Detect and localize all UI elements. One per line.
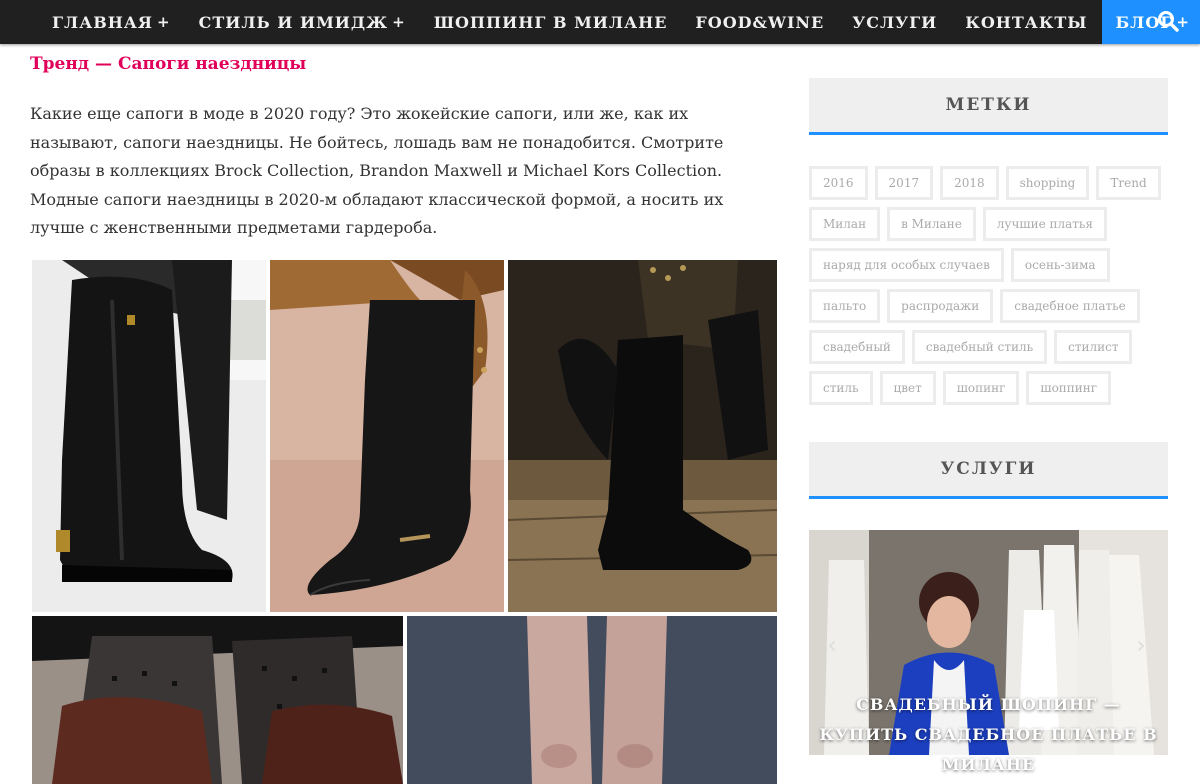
nav-item-label: FOOD&WINE <box>695 12 825 32</box>
boot-photo-5[interactable] <box>407 616 777 784</box>
tag[interactable]: стиль <box>809 371 873 405</box>
nav-menu: ГЛАВНАЯ + СТИЛЬ И ИМИДЖ + ШОППИНГ В МИЛА… <box>38 0 1200 44</box>
tag[interactable]: шопинг <box>942 371 1020 405</box>
boot-photo-4[interactable] <box>32 616 403 784</box>
nav-item-label: ШОППИНГ В МИЛАНЕ <box>433 12 668 32</box>
tag[interactable]: Trend <box>1096 166 1161 200</box>
tag[interactable]: осень-зима <box>1010 248 1110 282</box>
tag[interactable]: свадебный стиль <box>911 330 1048 364</box>
tag[interactable]: свадебный <box>809 330 905 364</box>
nav-item-blog[interactable]: БЛОГ + <box>1101 0 1200 44</box>
nav-item-shopping[interactable]: ШОППИНГ В МИЛАНЕ <box>420 0 682 44</box>
top-navigation: ГЛАВНАЯ + СТИЛЬ И ИМИДЖ + ШОППИНГ В МИЛА… <box>0 0 1200 44</box>
nav-item-label: УСЛУГИ <box>852 12 938 32</box>
nav-item-label: ГЛАВНАЯ <box>52 12 154 32</box>
tag[interactable]: лучшие платья <box>982 207 1108 241</box>
plus-icon: + <box>157 13 171 31</box>
tag[interactable]: Милан <box>809 207 881 241</box>
tag[interactable]: свадебное платье <box>1000 289 1140 323</box>
tag-cloud: 2016 2017 2018 shopping Trend Милан в Ми… <box>809 166 1169 405</box>
tag[interactable]: цвет <box>879 371 936 405</box>
boot-photo-2[interactable] <box>270 260 504 612</box>
tag[interactable]: наряд для особых случаев <box>809 248 1004 282</box>
tag[interactable]: стилист <box>1054 330 1133 364</box>
post-subtitle: Тренд — Сапоги наездницы <box>30 54 307 74</box>
tag[interactable]: пальто <box>809 289 881 323</box>
search-icon[interactable] <box>1156 9 1180 33</box>
chevron-right-icon[interactable]: › <box>1131 631 1151 659</box>
post-paragraph: Какие еще сапоги в моде в 2020 году? Это… <box>30 104 724 237</box>
nav-item-services[interactable]: УСЛУГИ <box>838 0 951 44</box>
tags-widget-title: МЕТКИ <box>809 78 1168 135</box>
nav-item-home[interactable]: ГЛАВНАЯ + <box>38 0 185 44</box>
slider-caption-link[interactable]: СВАДЕБНЫЙ ШОПИНГ — КУПИТЬ СВАДЕБНОЕ ПЛАТ… <box>809 690 1168 780</box>
services-widget-title: УСЛУГИ <box>809 442 1168 499</box>
tag[interactable]: в Милане <box>887 207 976 241</box>
boot-photo-3[interactable] <box>508 260 777 612</box>
nav-item-label: КОНТАКТЫ <box>965 12 1088 32</box>
tag[interactable]: шоппинг <box>1026 371 1112 405</box>
tag[interactable]: shopping <box>1005 166 1090 200</box>
chevron-left-icon[interactable]: ‹ <box>822 631 842 659</box>
tag[interactable]: 2018 <box>940 166 999 200</box>
nav-item-style[interactable]: СТИЛЬ И ИМИДЖ + <box>185 0 420 44</box>
plus-icon: + <box>392 13 406 31</box>
nav-item-food-wine[interactable]: FOOD&WINE <box>681 0 838 44</box>
tag[interactable]: 2016 <box>809 166 868 200</box>
tag[interactable]: распродажи <box>887 289 994 323</box>
boot-photo-1[interactable] <box>32 260 266 612</box>
nav-item-label: СТИЛЬ И ИМИДЖ <box>198 12 389 32</box>
nav-item-contacts[interactable]: КОНТАКТЫ <box>951 0 1101 44</box>
tag[interactable]: 2017 <box>874 166 934 200</box>
